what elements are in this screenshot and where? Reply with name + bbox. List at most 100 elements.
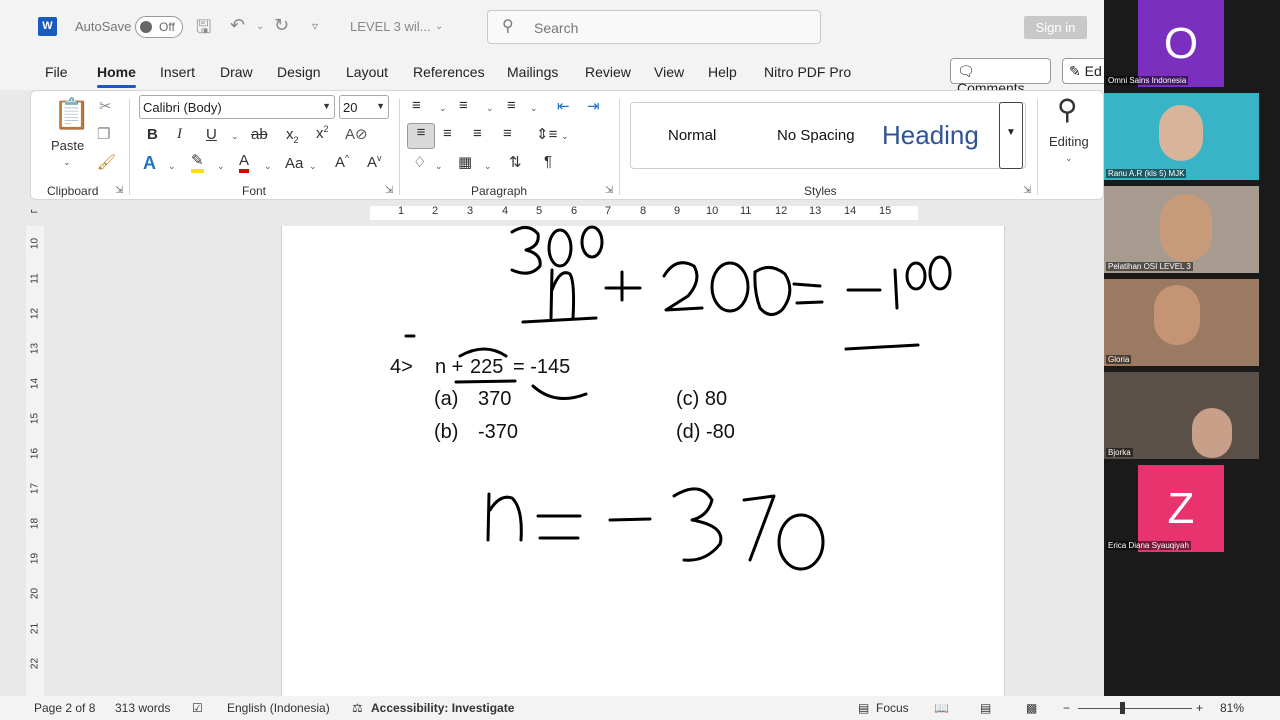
numbering-icon[interactable]: ≡ bbox=[459, 97, 468, 114]
line-spacing-icon[interactable]: ⇕≡ bbox=[536, 125, 557, 143]
customize-toolbar-icon[interactable]: ▿ bbox=[312, 19, 318, 33]
participant-tile[interactable]: Gloria bbox=[1104, 279, 1259, 366]
superscript-icon[interactable]: x2 bbox=[316, 124, 329, 142]
styles-more-button[interactable]: ▼ bbox=[999, 102, 1023, 169]
autosave-toggle[interactable]: Off bbox=[135, 16, 183, 38]
document-page[interactable] bbox=[281, 226, 1005, 698]
justify-icon[interactable]: ≡ bbox=[503, 125, 512, 142]
font-launcher-icon[interactable]: ⇲ bbox=[385, 185, 393, 196]
copy-icon[interactable]: ❐ bbox=[97, 125, 110, 143]
web-layout-icon[interactable]: ▩ bbox=[1026, 701, 1037, 715]
shading-dropdown-icon[interactable]: ⌄ bbox=[435, 161, 443, 172]
zoom-level[interactable]: 81% bbox=[1220, 701, 1244, 715]
multilevel-dropdown-icon[interactable]: ⌄ bbox=[530, 103, 538, 114]
search-box[interactable]: ⚲ Search bbox=[487, 10, 821, 44]
page-count[interactable]: Page 2 of 8 bbox=[34, 701, 95, 715]
multilevel-list-icon[interactable]: ≡ bbox=[507, 97, 516, 114]
shading-icon[interactable]: ♢ bbox=[413, 153, 426, 171]
highlight-dropdown-icon[interactable]: ⌄ bbox=[217, 161, 225, 172]
participant-tile[interactable]: O Omni Sains Indonesia bbox=[1104, 0, 1259, 87]
comments-button[interactable]: 🗨 Comments bbox=[950, 58, 1051, 96]
text-effects-dropdown-icon[interactable]: ⌄ bbox=[168, 161, 176, 172]
sort-icon[interactable]: ⇅ bbox=[509, 153, 522, 171]
zoom-slider-thumb[interactable] bbox=[1120, 702, 1125, 714]
font-color-icon[interactable]: A bbox=[239, 152, 250, 173]
font-size-select[interactable]: 20 ▼ bbox=[339, 95, 389, 119]
horizontal-ruler[interactable]: 1 2 3 4 5 6 7 8 9 10 11 12 13 14 15 bbox=[282, 204, 1004, 222]
subscript-icon[interactable]: x2 bbox=[286, 126, 299, 145]
option-a-label: (a) bbox=[434, 388, 459, 410]
strikethrough-icon[interactable]: ab bbox=[251, 126, 268, 143]
format-painter-icon[interactable]: 🖌 bbox=[97, 153, 116, 171]
numbering-dropdown-icon[interactable]: ⌄ bbox=[486, 103, 494, 114]
read-mode-icon[interactable]: 📖 bbox=[934, 701, 949, 715]
participant-tile[interactable]: Ranu A.R (kls 5) MJK bbox=[1104, 93, 1259, 180]
tab-selector-icon[interactable]: ⌙ bbox=[30, 206, 38, 217]
redo-icon[interactable]: ↻ bbox=[274, 15, 289, 36]
tab-design[interactable]: Design bbox=[277, 64, 321, 80]
tab-nitro-pdf[interactable]: Nitro PDF Pro bbox=[764, 64, 851, 80]
change-case-dropdown-icon[interactable]: ⌄ bbox=[309, 161, 317, 172]
change-case-icon[interactable]: Aa bbox=[285, 155, 303, 172]
word-count[interactable]: 313 words bbox=[115, 701, 170, 715]
grow-font-icon[interactable]: A^ bbox=[335, 153, 349, 171]
zoom-out-icon[interactable]: − bbox=[1063, 701, 1070, 715]
save-icon[interactable]: 🖫 bbox=[196, 15, 211, 45]
show-formatting-icon[interactable]: ¶ bbox=[544, 153, 552, 170]
zoom-slider[interactable] bbox=[1078, 708, 1192, 709]
italic-icon[interactable]: I bbox=[177, 126, 182, 143]
vertical-ruler[interactable]: 10 11 12 13 14 15 16 17 18 19 20 21 22 bbox=[26, 226, 44, 696]
clipboard-launcher-icon[interactable]: ⇲ bbox=[115, 185, 123, 196]
participant-tile[interactable]: Z Erica Diana Syauqiyah bbox=[1104, 465, 1259, 552]
bullets-dropdown-icon[interactable]: ⌄ bbox=[439, 103, 447, 114]
title-dropdown-icon[interactable]: ⌄ bbox=[435, 21, 443, 32]
proofing-icon[interactable]: ☑ bbox=[192, 701, 203, 715]
bullets-icon[interactable]: ≡ bbox=[412, 97, 421, 114]
line-spacing-dropdown-icon[interactable]: ⌄ bbox=[561, 131, 569, 142]
align-left-icon[interactable]: ≡ bbox=[407, 123, 435, 149]
print-layout-icon[interactable]: ▤ bbox=[980, 701, 991, 715]
borders-icon[interactable]: ▦ bbox=[458, 153, 472, 171]
text-effects-icon[interactable]: A bbox=[143, 153, 156, 174]
highlight-icon[interactable]: ✎ bbox=[191, 153, 204, 173]
tab-draw[interactable]: Draw bbox=[220, 64, 253, 80]
font-name-select[interactable]: Calibri (Body) ▼ bbox=[139, 95, 335, 119]
font-color-dropdown-icon[interactable]: ⌄ bbox=[264, 161, 272, 172]
styles-launcher-icon[interactable]: ⇲ bbox=[1023, 185, 1031, 196]
borders-dropdown-icon[interactable]: ⌄ bbox=[484, 161, 492, 172]
decrease-indent-icon[interactable]: ⇤ bbox=[557, 97, 570, 115]
tab-help[interactable]: Help bbox=[708, 64, 737, 80]
style-no-spacing[interactable]: No Spacing bbox=[777, 127, 855, 144]
tab-insert[interactable]: Insert bbox=[160, 64, 195, 80]
participant-tile[interactable]: Pelatihan OSI LEVEL 3 bbox=[1104, 186, 1259, 273]
language-indicator[interactable]: English (Indonesia) bbox=[227, 701, 330, 715]
tab-layout[interactable]: Layout bbox=[346, 64, 388, 80]
zoom-in-icon[interactable]: + bbox=[1196, 701, 1203, 715]
style-normal[interactable]: Normal bbox=[668, 127, 716, 144]
align-right-icon[interactable]: ≡ bbox=[473, 125, 482, 142]
paragraph-launcher-icon[interactable]: ⇲ bbox=[605, 185, 613, 196]
participant-tile[interactable]: Bjorka bbox=[1104, 372, 1259, 459]
underline-icon[interactable]: U bbox=[206, 126, 217, 143]
document-title[interactable]: LEVEL 3 wil... bbox=[350, 19, 430, 34]
tab-review[interactable]: Review bbox=[585, 64, 631, 80]
increase-indent-icon[interactable]: ⇥ bbox=[587, 97, 600, 115]
style-heading[interactable]: Heading bbox=[882, 120, 979, 151]
underline-dropdown-icon[interactable]: ⌄ bbox=[231, 131, 239, 142]
ribbon-tabs: File Home Insert Draw Design Layout Refe… bbox=[0, 56, 1112, 96]
sign-in-button[interactable]: Sign in bbox=[1024, 16, 1087, 39]
focus-button[interactable]: Focus bbox=[876, 701, 909, 715]
tab-view[interactable]: View bbox=[654, 64, 684, 80]
undo-dropdown-icon[interactable]: ⌄ bbox=[256, 21, 264, 32]
clear-formatting-icon[interactable]: A⊘ bbox=[345, 125, 368, 143]
accessibility-status[interactable]: Accessibility: Investigate bbox=[371, 701, 514, 715]
tab-file[interactable]: File bbox=[45, 64, 68, 80]
shrink-font-icon[interactable]: Av bbox=[367, 153, 382, 171]
cut-icon[interactable]: ✂ bbox=[99, 97, 112, 115]
tab-home[interactable]: Home bbox=[97, 64, 136, 88]
tab-mailings[interactable]: Mailings bbox=[507, 64, 558, 80]
undo-icon[interactable]: ↶ bbox=[230, 15, 245, 36]
tab-references[interactable]: References bbox=[413, 64, 485, 80]
bold-icon[interactable]: B bbox=[147, 126, 158, 143]
align-center-icon[interactable]: ≡ bbox=[443, 125, 452, 142]
